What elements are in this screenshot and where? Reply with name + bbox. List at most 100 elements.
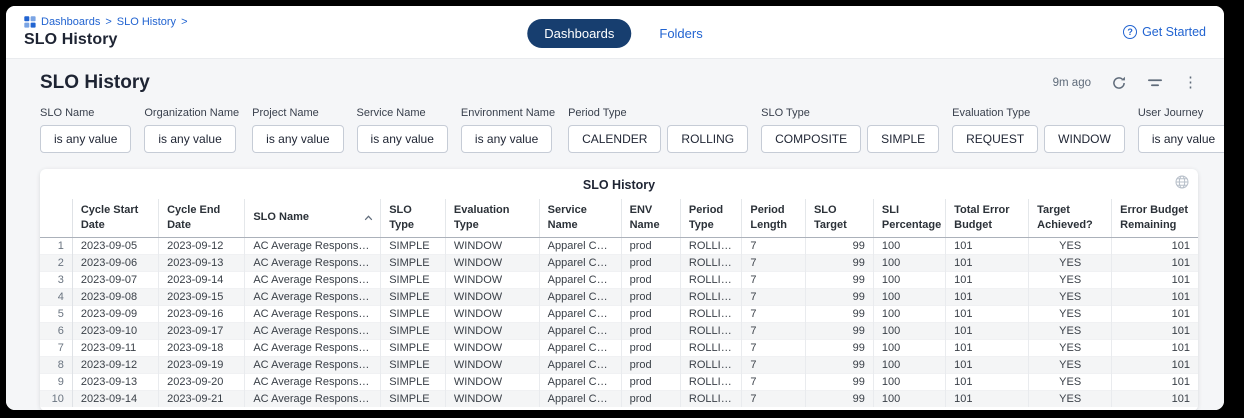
cell-cycle-start-date: 2023-09-13 (72, 373, 158, 390)
cell-sli-percentage: 100 (873, 288, 945, 305)
table-row: 92023-09-132023-09-20AC Average Response… (40, 373, 1198, 390)
cell-error-budget-remaining: 101 (1112, 237, 1198, 254)
cell-env-name: prod (621, 356, 680, 373)
filter-label: Organization Name (144, 107, 239, 119)
filter-environment-name: Environment Name is any value (461, 107, 555, 153)
cell-period-type: ROLLING (680, 390, 741, 407)
filter-chip-rolling[interactable]: ROLLING (667, 125, 748, 153)
cell-slo-target: 99 (805, 356, 873, 373)
cell-cycle-end-date: 2023-09-19 (159, 356, 245, 373)
col-header-total-error-budget[interactable]: Total Error Budget (946, 199, 1029, 237)
col-header-label: Cycle End Date (167, 204, 220, 231)
filter-chip-request[interactable]: REQUEST (952, 125, 1038, 153)
col-header-period-type[interactable]: Period Type (680, 199, 741, 237)
filter-label: Project Name (252, 107, 343, 119)
last-refresh-time: 9m ago (1053, 77, 1091, 89)
globe-icon[interactable] (1175, 175, 1189, 192)
cell-service-name: Apparel Catal… (539, 339, 621, 356)
cell-cycle-end-date: 2023-09-17 (159, 322, 245, 339)
cell-error-budget-remaining: 101 (1112, 322, 1198, 339)
main-tabs: Dashboards Folders (527, 19, 702, 48)
cell-service-name: Apparel Catal… (539, 356, 621, 373)
cell-slo-type: SIMPLE (381, 305, 446, 322)
col-header-label: Period Type (689, 204, 723, 231)
cell-slo-type: SIMPLE (381, 322, 446, 339)
cell-target-achieved: YES (1029, 373, 1112, 390)
filter-chip-simple[interactable]: SIMPLE (867, 125, 939, 153)
cell-period-type: ROLLING (680, 288, 741, 305)
col-header-period-length[interactable]: Period Length (742, 199, 806, 237)
cell-slo-target: 99 (805, 254, 873, 271)
get-started-label: Get Started (1142, 25, 1206, 39)
cell-evaluation-type: WINDOW (445, 237, 539, 254)
col-header-label: SLO Target (814, 204, 847, 231)
filter-chip-is-any-value[interactable]: is any value (357, 125, 448, 153)
filter-label: Period Type (568, 107, 748, 119)
filter-options: is any value (40, 125, 131, 153)
breadcrumb-link-slo-history[interactable]: SLO History (117, 16, 176, 28)
cell-service-name: Apparel Catal… (539, 322, 621, 339)
breadcrumb: Dashboards > SLO History > (24, 16, 188, 28)
cell-period-length: 7 (742, 322, 806, 339)
filter-chip-is-any-value[interactable]: is any value (461, 125, 552, 153)
col-header-target-achieved[interactable]: Target Achieved? (1029, 199, 1112, 237)
cell-total-error-budget: 101 (946, 390, 1029, 407)
col-header-cycle-start-date[interactable]: Cycle Start Date (72, 199, 158, 237)
col-header-slo-name[interactable]: SLO Name (245, 199, 381, 237)
cell-env-name: prod (621, 254, 680, 271)
cell-slo-target: 99 (805, 339, 873, 356)
cell-period-type: ROLLING (680, 254, 741, 271)
filter-chip-window[interactable]: WINDOW (1044, 125, 1125, 153)
filter-label: SLO Type (761, 107, 939, 119)
cell-slo-target: 99 (805, 373, 873, 390)
col-header-row-number[interactable] (40, 199, 72, 237)
cell-period-length: 7 (742, 288, 806, 305)
cell-error-budget-remaining: 101 (1112, 254, 1198, 271)
col-header-env-name[interactable]: ENV Name (621, 199, 680, 237)
col-header-slo-type[interactable]: SLO Type (381, 199, 446, 237)
col-header-label: SLO Name (253, 211, 309, 223)
cell-slo-name: AC Average Response Time (245, 254, 381, 271)
dashboard-area: SLO History 9m ago ⋮ SLO Nam (6, 58, 1224, 410)
filter-label: Environment Name (461, 107, 555, 119)
cell-total-error-budget: 101 (946, 288, 1029, 305)
col-header-slo-target[interactable]: SLO Target (805, 199, 873, 237)
col-header-evaluation-type[interactable]: Evaluation Type (445, 199, 539, 237)
cell-slo-type: SIMPLE (381, 271, 446, 288)
cell-service-name: Apparel Catal… (539, 271, 621, 288)
breadcrumb-link-dashboards[interactable]: Dashboards (41, 16, 100, 28)
cell-service-name: Apparel Catal… (539, 390, 621, 407)
cell-period-length: 7 (742, 305, 806, 322)
filter-chip-is-any-value[interactable]: is any value (1138, 125, 1224, 153)
cell-env-name: prod (621, 305, 680, 322)
cell-sli-percentage: 100 (873, 356, 945, 373)
filter-icon[interactable] (1147, 77, 1163, 89)
col-header-service-name[interactable]: Service Name (539, 199, 621, 237)
filter-label: User Journey (1138, 107, 1224, 119)
sort-asc-icon (364, 215, 373, 221)
cell-target-achieved: YES (1029, 271, 1112, 288)
filter-chip-is-any-value[interactable]: is any value (144, 125, 235, 153)
cell-sli-percentage: 100 (873, 237, 945, 254)
cell-service-name: Apparel Catal… (539, 305, 621, 322)
get-started-link[interactable]: ? Get Started (1123, 25, 1206, 39)
kebab-menu-icon[interactable]: ⋮ (1183, 77, 1198, 89)
col-header-error-budget-remaining[interactable]: Error Budget Remaining (1112, 199, 1198, 237)
filter-chip-composite[interactable]: COMPOSITE (761, 125, 861, 153)
tab-folders[interactable]: Folders (659, 26, 702, 41)
breadcrumb-separator: > (105, 16, 111, 28)
tab-dashboards[interactable]: Dashboards (527, 19, 631, 48)
cell-slo-target: 99 (805, 305, 873, 322)
col-header-sli-percentage[interactable]: SLI Percentage (873, 199, 945, 237)
breadcrumb-separator: > (181, 16, 187, 28)
filter-chip-is-any-value[interactable]: is any value (252, 125, 343, 153)
col-header-cycle-end-date[interactable]: Cycle End Date (159, 199, 245, 237)
filter-chip-is-any-value[interactable]: is any value (40, 125, 131, 153)
filter-chip-calender[interactable]: CALENDER (568, 125, 661, 153)
cell-total-error-budget: 101 (946, 373, 1029, 390)
filter-bar: SLO Nameis any valueOrganization Nameis … (40, 107, 1198, 153)
refresh-icon[interactable] (1111, 75, 1127, 91)
row-number-cell: 1 (40, 237, 72, 254)
dashboard-grid-icon (24, 16, 36, 28)
row-number-cell: 6 (40, 322, 72, 339)
